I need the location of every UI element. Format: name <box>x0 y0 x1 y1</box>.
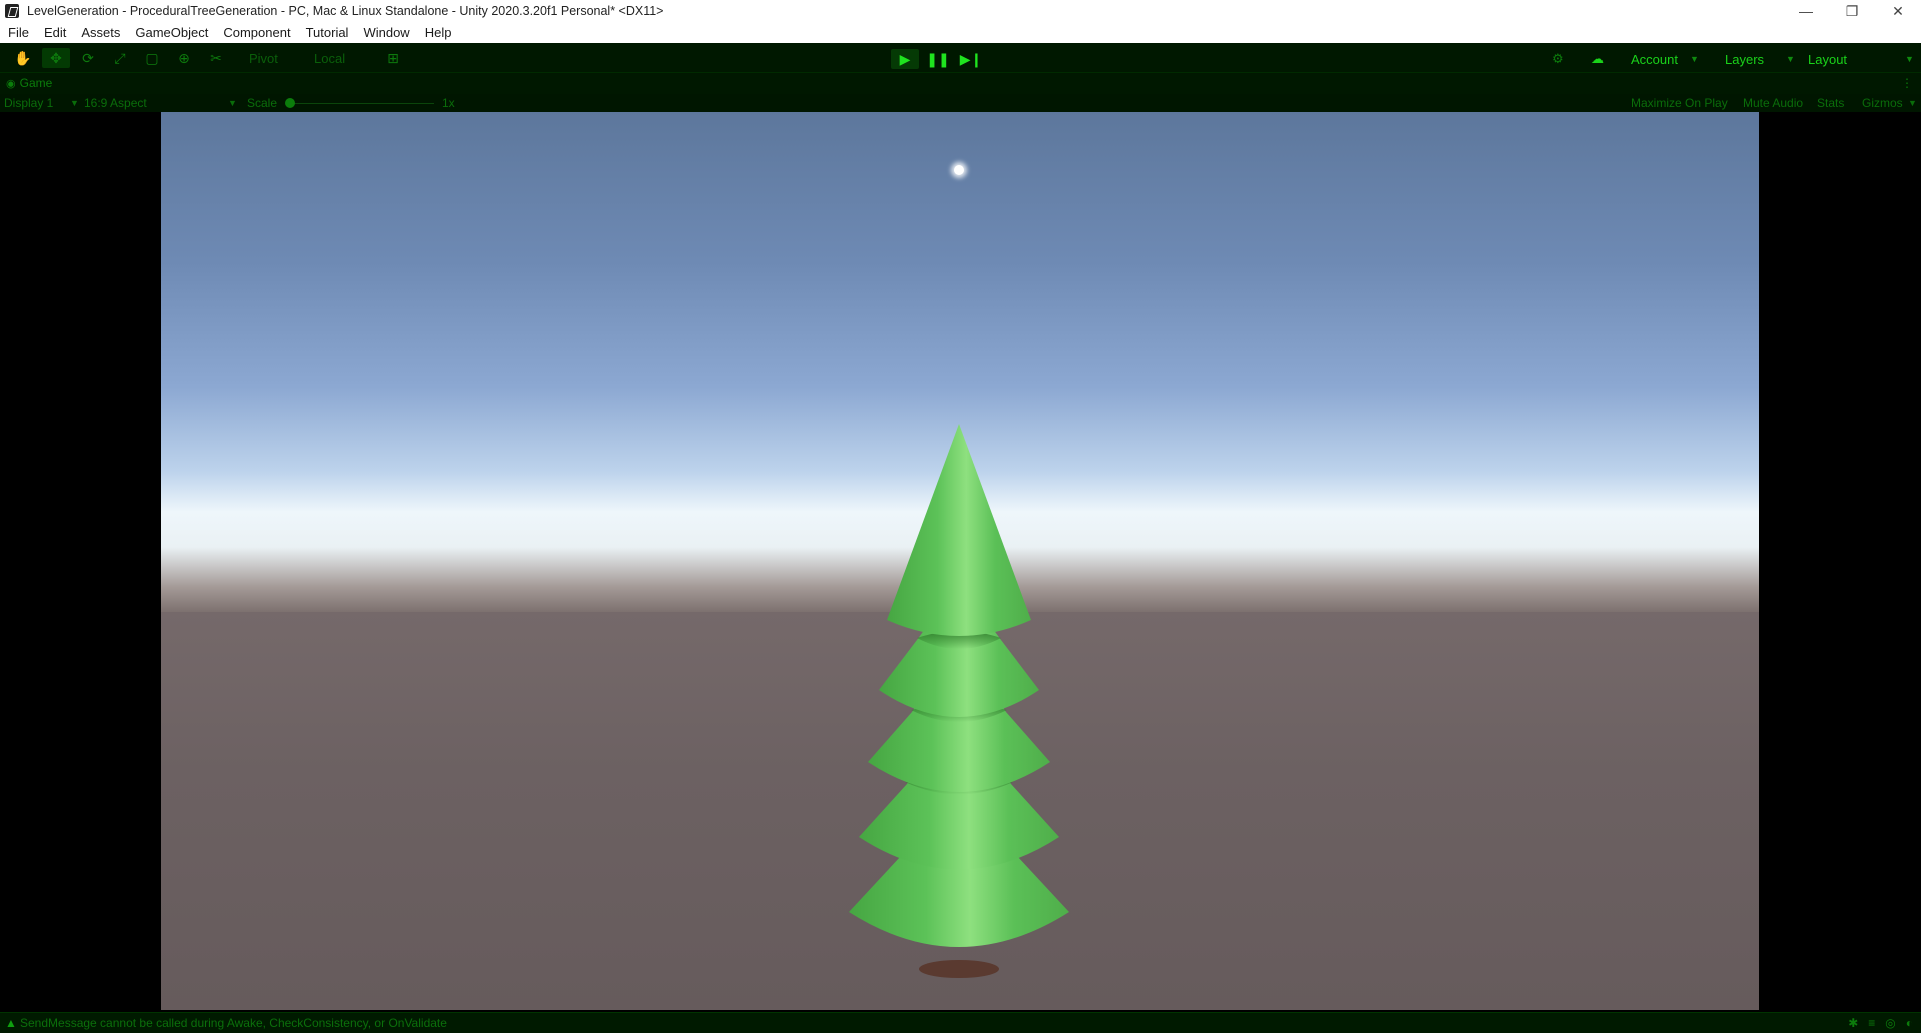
pivot-toggle[interactable]: Pivot <box>249 51 278 66</box>
menu-bar: File Edit Assets GameObject Component Tu… <box>0 22 1921 43</box>
chevron-down-icon: ▼ <box>70 98 79 108</box>
menu-tutorial[interactable]: Tutorial <box>306 25 349 40</box>
layers-label: Layers <box>1725 51 1765 67</box>
transform-tool-icon[interactable]: ⊕ <box>170 48 198 68</box>
chevron-down-icon: ▼ <box>228 98 237 108</box>
warning-icon: ▲ <box>5 1016 17 1030</box>
chevron-down-icon: ▼ <box>1786 54 1795 64</box>
local-toggle[interactable]: Local <box>314 51 345 66</box>
chevron-down-icon: ▼ <box>1689 54 1699 64</box>
account-label: Account <box>1631 51 1678 67</box>
minimize-button[interactable]: — <box>1783 0 1829 22</box>
scale-slider-track[interactable] <box>290 103 434 104</box>
pause-button[interactable]: ❚❚ <box>924 49 952 69</box>
main-toolbar: ✋ ✥ ⟳ ⤢ ▢ ⊕ ✂ Pivot Local ⊞ ▶ ❚❚ ▶❙ ⚙ ☁ … <box>0 43 1921 73</box>
tree-tier-1 <box>887 424 1031 636</box>
step-button[interactable]: ▶❙ <box>957 49 985 69</box>
move-tool-icon[interactable]: ✥ <box>42 48 70 68</box>
layout-dropdown[interactable]: Layout ▼ <box>1808 49 1914 69</box>
cloud-icon[interactable]: ☁ <box>1591 49 1611 69</box>
console-message[interactable]: SendMessage cannot be called during Awak… <box>20 1016 447 1030</box>
stats-toggle[interactable]: Stats <box>1817 96 1844 110</box>
tab-bar: ◉ Game ⋮ <box>0 73 1921 94</box>
custom-tool-icon[interactable]: ✂ <box>202 48 230 68</box>
layout-label: Layout <box>1808 51 1848 67</box>
collab-icon[interactable]: ⚙ <box>1552 49 1572 69</box>
lighting-icon[interactable]: ◎ <box>1885 1016 1895 1030</box>
menu-component[interactable]: Component <box>223 25 290 40</box>
tab-game[interactable]: ◉ Game <box>6 76 52 90</box>
window-title: LevelGeneration - ProceduralTreeGenerati… <box>27 4 664 18</box>
scale-value: 1x <box>442 96 455 110</box>
menu-edit[interactable]: Edit <box>44 25 66 40</box>
chevron-down-icon: ▼ <box>1908 98 1917 108</box>
menu-window[interactable]: Window <box>363 25 409 40</box>
status-icons: ✱ ≡ ◎ ◐ <box>1848 1016 1913 1030</box>
menu-gameobject[interactable]: GameObject <box>135 25 208 40</box>
scale-tool-icon[interactable]: ⤢ <box>106 48 134 68</box>
grid-snap-icon[interactable]: ⊞ <box>379 48 407 68</box>
progress-icon[interactable]: ◐ <box>1906 1016 1913 1030</box>
game-view-bar: Display 1 ▼ 16:9 Aspect ▼ Scale 1x Maxim… <box>0 94 1921 112</box>
play-button[interactable]: ▶ <box>891 49 919 69</box>
chevron-down-icon: ▼ <box>1905 54 1914 64</box>
gamepad-icon: ◉ <box>6 77 16 90</box>
tree-trunk <box>919 960 999 978</box>
display-dropdown[interactable]: Display 1 <box>4 96 53 110</box>
rect-tool-icon[interactable]: ▢ <box>138 48 166 68</box>
close-button[interactable]: ✕ <box>1875 0 1921 22</box>
game-viewport[interactable] <box>161 112 1759 1010</box>
maximize-on-play-toggle[interactable]: Maximize On Play <box>1631 96 1728 110</box>
more-options-icon[interactable]: ⋮ <box>1901 76 1913 90</box>
layers-dropdown[interactable]: Layers ▼ <box>1725 49 1795 69</box>
unity-logo-icon <box>5 4 19 18</box>
bug-icon[interactable]: ✱ <box>1848 1016 1858 1030</box>
hand-tool-icon[interactable]: ✋ <box>9 48 37 68</box>
mute-audio-toggle[interactable]: Mute Audio <box>1743 96 1803 110</box>
menu-assets[interactable]: Assets <box>81 25 120 40</box>
aspect-dropdown[interactable]: 16:9 Aspect <box>84 96 147 110</box>
scale-slider-handle[interactable] <box>285 98 295 108</box>
database-icon[interactable]: ≡ <box>1868 1016 1875 1030</box>
procedural-tree <box>849 424 1069 978</box>
status-bar: ▲ SendMessage cannot be called during Aw… <box>0 1012 1921 1033</box>
game-view <box>0 112 1921 1012</box>
restore-button[interactable]: ❐ <box>1829 0 1875 22</box>
title-bar: LevelGeneration - ProceduralTreeGenerati… <box>0 0 1921 22</box>
menu-help[interactable]: Help <box>425 25 452 40</box>
gizmos-dropdown[interactable]: Gizmos <box>1862 96 1903 110</box>
scale-label: Scale <box>247 96 278 110</box>
menu-file[interactable]: File <box>8 25 29 40</box>
account-dropdown[interactable]: Account ▼ <box>1631 49 1699 69</box>
rotate-tool-icon[interactable]: ⟳ <box>74 48 102 68</box>
window-controls: — ❐ ✕ <box>1783 0 1921 22</box>
tab-label: Game <box>19 76 53 90</box>
